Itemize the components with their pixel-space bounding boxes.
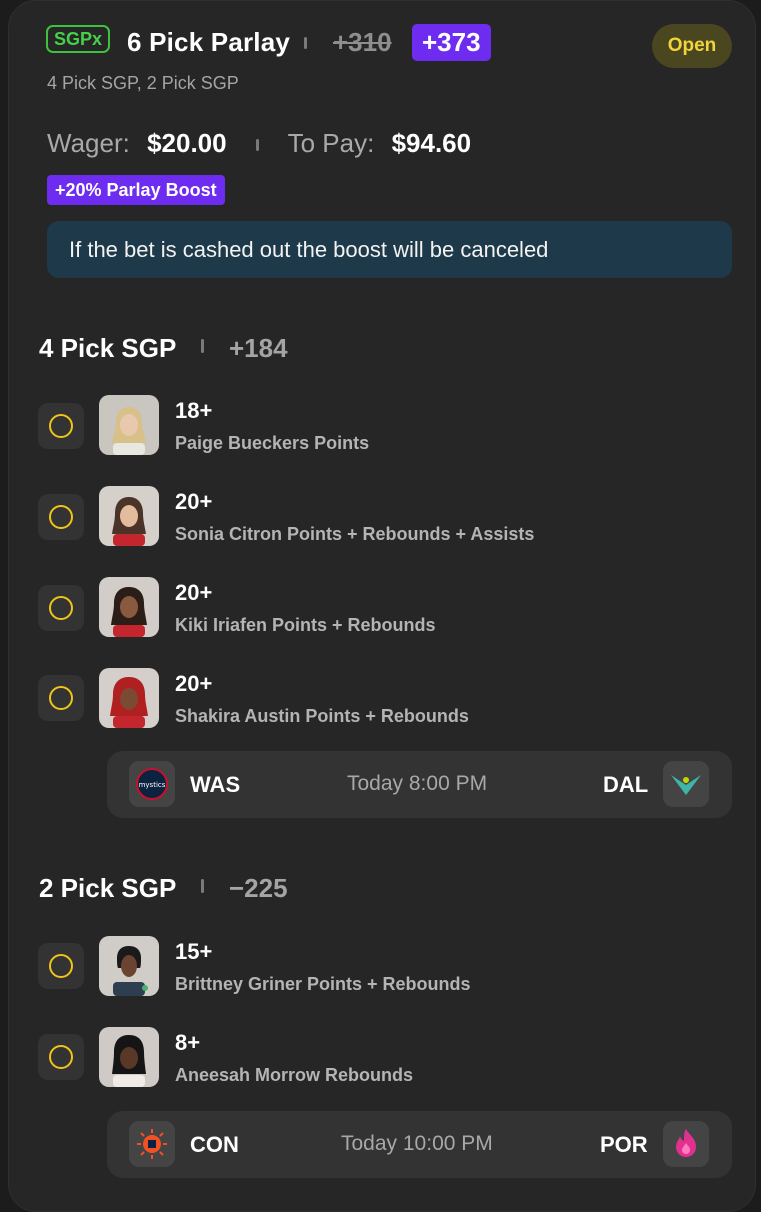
player-headshot-icon bbox=[99, 668, 159, 728]
away-team: WAS bbox=[190, 772, 241, 797]
pending-circle-icon bbox=[49, 505, 73, 529]
fire-logo-icon bbox=[663, 1121, 709, 1167]
status-badge: Open bbox=[652, 24, 732, 68]
boost-notice: If the bet is cashed out the boost will … bbox=[47, 221, 732, 278]
player-avatar bbox=[99, 395, 159, 455]
wings-logo-icon bbox=[663, 761, 709, 807]
parlay-subtitle: 4 Pick SGP, 2 Pick SGP bbox=[47, 73, 239, 93]
section-odds-4-pick: +184 bbox=[229, 333, 288, 363]
pick-line: 20+ bbox=[175, 580, 213, 605]
wager-value: $20.00 bbox=[147, 128, 227, 158]
title-divider bbox=[304, 37, 307, 49]
section-title-4-pick: 4 Pick SGP bbox=[39, 333, 177, 363]
parlay-boost-badge: +20% Parlay Boost bbox=[47, 175, 225, 205]
wager-row: Wager: $20.00 To Pay: $94.60 bbox=[47, 128, 471, 159]
pick-description: Sonia Citron Points + Rebounds + Assists bbox=[175, 524, 535, 544]
player-headshot-icon bbox=[99, 486, 159, 546]
section-odds-2-pick: −225 bbox=[229, 873, 288, 903]
bet-card: SGPx 6 Pick Parlay +310 +373 Open 4 Pick… bbox=[8, 0, 756, 1212]
game-bar[interactable]: mystics WAS Today 8:00 PM DAL bbox=[107, 751, 732, 818]
player-headshot-icon bbox=[99, 936, 159, 996]
parlay-title: 6 Pick Parlay bbox=[127, 27, 291, 57]
home-team: POR bbox=[600, 1132, 648, 1157]
game-time: Today 10:00 PM bbox=[341, 1132, 493, 1155]
pick-status-circle bbox=[38, 1034, 84, 1080]
player-avatar bbox=[99, 577, 159, 637]
pick-description: Aneesah Morrow Rebounds bbox=[175, 1065, 414, 1085]
pick-line: 20+ bbox=[175, 489, 213, 514]
pending-circle-icon bbox=[49, 596, 73, 620]
pending-circle-icon bbox=[49, 414, 73, 438]
original-odds: +310 bbox=[333, 27, 392, 57]
pick-description: Shakira Austin Points + Rebounds bbox=[175, 706, 469, 726]
sgpx-badge: SGPx bbox=[46, 25, 110, 53]
player-headshot-icon bbox=[99, 1027, 159, 1087]
player-avatar bbox=[99, 1027, 159, 1087]
pick-description: Kiki Iriafen Points + Rebounds bbox=[175, 615, 436, 635]
game-time: Today 8:00 PM bbox=[347, 772, 488, 795]
pick-status-circle bbox=[38, 494, 84, 540]
svg-text:mystics: mystics bbox=[139, 781, 166, 789]
pending-circle-icon bbox=[49, 686, 73, 710]
pick-line: 18+ bbox=[175, 398, 213, 423]
pick-status-circle bbox=[38, 943, 84, 989]
wager-divider bbox=[255, 139, 259, 152]
to-pay-label: To Pay: bbox=[287, 128, 375, 158]
to-pay-value: $94.60 bbox=[391, 128, 472, 158]
pick-status-circle bbox=[38, 585, 84, 631]
section-divider bbox=[201, 879, 204, 893]
pick-line: 20+ bbox=[175, 671, 213, 696]
pick-line: 15+ bbox=[175, 939, 213, 964]
pick-line: 8+ bbox=[175, 1030, 201, 1055]
pick-description: Brittney Griner Points + Rebounds bbox=[175, 974, 471, 994]
section-divider bbox=[201, 339, 204, 353]
pick-status-circle bbox=[38, 403, 84, 449]
home-team: DAL bbox=[603, 772, 649, 797]
boosted-odds: +373 bbox=[412, 24, 491, 61]
player-avatar bbox=[99, 668, 159, 728]
section-title-2-pick: 2 Pick SGP bbox=[39, 873, 177, 903]
wager-label: Wager: bbox=[47, 128, 130, 158]
sun-logo-icon bbox=[129, 1121, 175, 1167]
pending-circle-icon bbox=[49, 954, 73, 978]
player-headshot-icon bbox=[99, 577, 159, 637]
pick-description: Paige Bueckers Points bbox=[175, 433, 370, 453]
pending-circle-icon bbox=[49, 1045, 73, 1069]
mystics-logo-icon: mystics bbox=[129, 761, 175, 807]
player-headshot-icon bbox=[99, 395, 159, 455]
game-bar[interactable]: CON Today 10:00 PM POR bbox=[107, 1111, 732, 1178]
player-avatar bbox=[99, 486, 159, 546]
player-avatar bbox=[99, 936, 159, 996]
away-team: CON bbox=[190, 1132, 239, 1157]
pick-status-circle bbox=[38, 675, 84, 721]
